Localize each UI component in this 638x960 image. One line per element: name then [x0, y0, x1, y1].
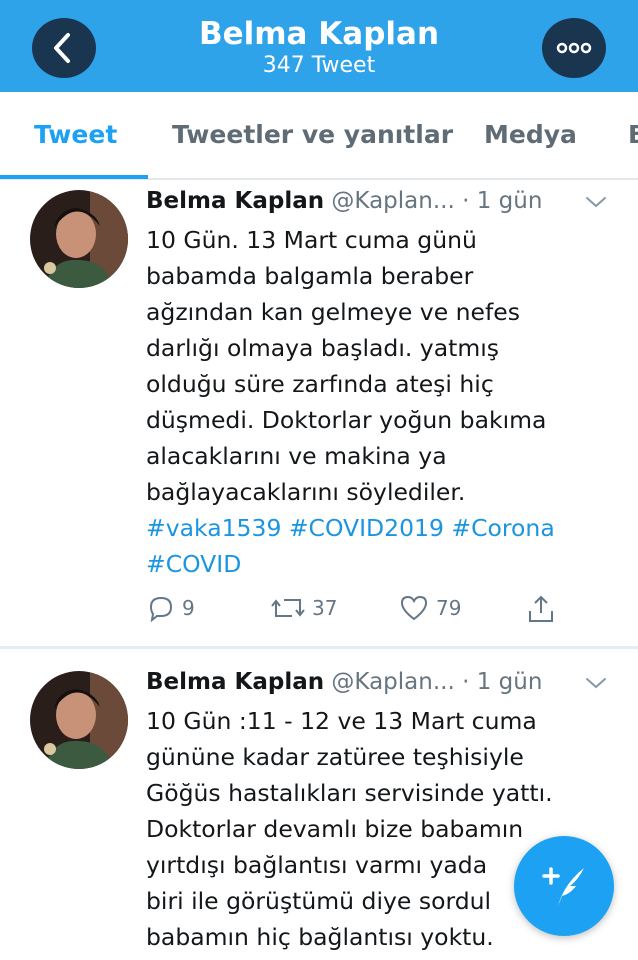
tab-media[interactable]: Medya: [484, 120, 577, 149]
tweet-text-line: alacaklarını ve makina ya: [146, 442, 447, 470]
hashtag-links[interactable]: #vaka1539 #COVID2019 #Corona: [146, 510, 616, 546]
tweet-text-line: darlığı olmaya başladı. yatmış: [146, 334, 499, 362]
hashtag-link[interactable]: #COVID: [146, 546, 616, 582]
tweet-text-line: düşmedi. Doktorlar yoğun bakıma: [146, 406, 547, 434]
chevron-down-icon: [586, 197, 606, 208]
tweet-text-line: ağzından kan gelmeye ve nefes: [146, 298, 520, 326]
reply-button[interactable]: 9: [146, 594, 195, 622]
active-tab-indicator: [0, 175, 148, 179]
more-options-button[interactable]: [542, 18, 606, 78]
avatar[interactable]: [30, 671, 128, 769]
tweet-time: · 1 gün: [462, 669, 543, 695]
tweet-header: Belma Kaplan @Kaplan... · 1 gün: [146, 188, 542, 214]
heart-icon: [400, 595, 428, 621]
tab-likes[interactable]: B: [628, 120, 638, 149]
author-handle[interactable]: @Kaplan...: [331, 669, 454, 695]
tweet-text: 10 Gün. 13 Mart cuma günü babamda balgam…: [146, 222, 616, 582]
tweet-card[interactable]: Belma Kaplan @Kaplan... · 1 gün 10 Gün. …: [0, 180, 638, 646]
tweet-menu-button[interactable]: [584, 675, 608, 695]
tweet-menu-button[interactable]: [584, 194, 608, 214]
reply-count: 9: [182, 596, 195, 620]
avatar[interactable]: [30, 190, 128, 288]
compose-tweet-button[interactable]: [514, 836, 614, 936]
chevron-down-icon: [586, 678, 606, 689]
tweet-actions: 9 37 79: [146, 594, 616, 624]
retweet-count: 37: [312, 596, 338, 620]
retweet-button[interactable]: 37: [270, 594, 337, 622]
avatar-image: [30, 671, 128, 769]
tweet-text-line: 10 Gün :11 - 12 ve 13 Mart cuma: [146, 707, 537, 735]
more-horizontal-icon: [556, 42, 592, 54]
author-name[interactable]: Belma Kaplan: [146, 188, 324, 214]
profile-tabs: Tweet Tweetler ve yanıtlar Medya B: [0, 92, 638, 180]
retweet-icon: [271, 599, 305, 617]
reply-icon: [149, 596, 173, 622]
tweet-text-line: olduğu süre zarfında ateşi hiç: [146, 370, 494, 398]
profile-header: Belma Kaplan 347 Tweet: [0, 0, 638, 92]
author-name[interactable]: Belma Kaplan: [146, 669, 324, 695]
tweet-text-line: 10 Gün. 13 Mart cuma günü: [146, 226, 477, 254]
tweet-header: Belma Kaplan @Kaplan... · 1 gün: [146, 669, 542, 695]
tweet-text-line: babamda balgamla beraber: [146, 262, 474, 290]
like-button[interactable]: 79: [398, 594, 461, 622]
like-count: 79: [436, 596, 462, 620]
share-button[interactable]: [526, 594, 562, 624]
tweet-time: · 1 gün: [462, 188, 543, 214]
compose-tweet-icon: [542, 867, 584, 906]
author-handle[interactable]: @Kaplan...: [331, 188, 454, 214]
tweet-text-line: gününe kadar zatüree teşhisiyle: [146, 743, 524, 771]
share-icon: [529, 595, 553, 622]
avatar-image: [30, 190, 128, 288]
tab-tweet[interactable]: Tweet: [34, 120, 117, 149]
tweet-text-line: bağlayacaklarını söylediler.: [146, 478, 466, 506]
tweet-text-line: Göğüs hastalıkları servisinde yattı.: [146, 779, 553, 807]
tab-tweets-and-replies[interactable]: Tweetler ve yanıtlar: [172, 120, 453, 149]
